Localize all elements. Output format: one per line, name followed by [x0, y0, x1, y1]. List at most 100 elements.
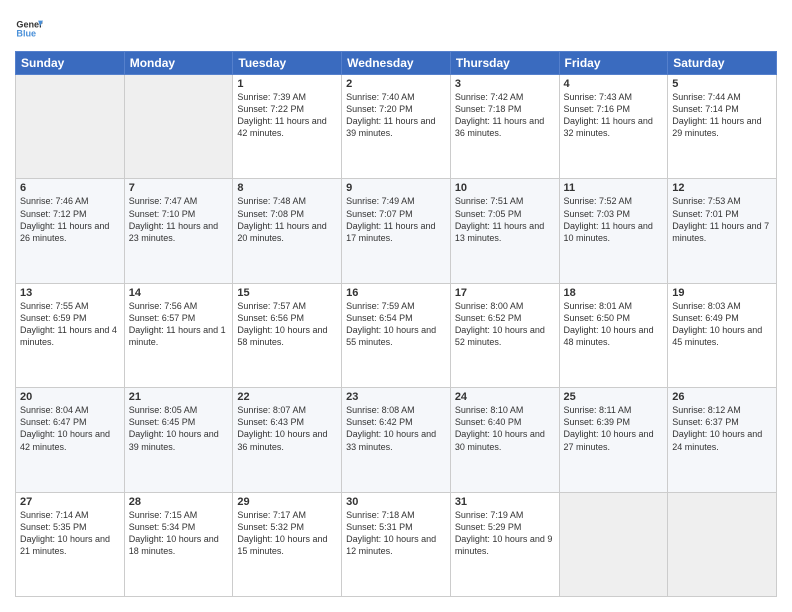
calendar-cell: 8Sunrise: 7:48 AM Sunset: 7:08 PM Daylig…: [233, 179, 342, 283]
calendar-cell: 10Sunrise: 7:51 AM Sunset: 7:05 PM Dayli…: [450, 179, 559, 283]
calendar-cell: 28Sunrise: 7:15 AM Sunset: 5:34 PM Dayli…: [124, 492, 233, 596]
cell-info: Sunrise: 8:10 AM Sunset: 6:40 PM Dayligh…: [455, 404, 555, 453]
cell-info: Sunrise: 7:42 AM Sunset: 7:18 PM Dayligh…: [455, 91, 555, 140]
calendar-cell: 17Sunrise: 8:00 AM Sunset: 6:52 PM Dayli…: [450, 283, 559, 387]
cell-info: Sunrise: 8:05 AM Sunset: 6:45 PM Dayligh…: [129, 404, 229, 453]
day-number: 20: [20, 391, 120, 403]
calendar-cell: 18Sunrise: 8:01 AM Sunset: 6:50 PM Dayli…: [559, 283, 668, 387]
day-number: 4: [564, 78, 664, 90]
day-number: 21: [129, 391, 229, 403]
calendar-cell: [668, 492, 777, 596]
calendar-cell: 24Sunrise: 8:10 AM Sunset: 6:40 PM Dayli…: [450, 388, 559, 492]
calendar-cell: 11Sunrise: 7:52 AM Sunset: 7:03 PM Dayli…: [559, 179, 668, 283]
day-number: 18: [564, 287, 664, 299]
day-number: 26: [672, 391, 772, 403]
weekday-monday: Monday: [124, 52, 233, 75]
day-number: 22: [237, 391, 337, 403]
weekday-wednesday: Wednesday: [342, 52, 451, 75]
cell-info: Sunrise: 7:56 AM Sunset: 6:57 PM Dayligh…: [129, 300, 229, 349]
cell-info: Sunrise: 8:12 AM Sunset: 6:37 PM Dayligh…: [672, 404, 772, 453]
cell-info: Sunrise: 7:44 AM Sunset: 7:14 PM Dayligh…: [672, 91, 772, 140]
calendar-cell: 23Sunrise: 8:08 AM Sunset: 6:42 PM Dayli…: [342, 388, 451, 492]
day-number: 27: [20, 496, 120, 508]
calendar-cell: [124, 75, 233, 179]
weekday-thursday: Thursday: [450, 52, 559, 75]
day-number: 7: [129, 182, 229, 194]
day-number: 23: [346, 391, 446, 403]
calendar-cell: 12Sunrise: 7:53 AM Sunset: 7:01 PM Dayli…: [668, 179, 777, 283]
day-number: 11: [564, 182, 664, 194]
calendar-cell: 1Sunrise: 7:39 AM Sunset: 7:22 PM Daylig…: [233, 75, 342, 179]
calendar-cell: 16Sunrise: 7:59 AM Sunset: 6:54 PM Dayli…: [342, 283, 451, 387]
cell-info: Sunrise: 8:11 AM Sunset: 6:39 PM Dayligh…: [564, 404, 664, 453]
week-row-0: 1Sunrise: 7:39 AM Sunset: 7:22 PM Daylig…: [16, 75, 777, 179]
cell-info: Sunrise: 8:03 AM Sunset: 6:49 PM Dayligh…: [672, 300, 772, 349]
day-number: 6: [20, 182, 120, 194]
day-number: 3: [455, 78, 555, 90]
day-number: 31: [455, 496, 555, 508]
day-number: 1: [237, 78, 337, 90]
cell-info: Sunrise: 7:40 AM Sunset: 7:20 PM Dayligh…: [346, 91, 446, 140]
cell-info: Sunrise: 7:17 AM Sunset: 5:32 PM Dayligh…: [237, 509, 337, 558]
cell-info: Sunrise: 8:01 AM Sunset: 6:50 PM Dayligh…: [564, 300, 664, 349]
cell-info: Sunrise: 7:52 AM Sunset: 7:03 PM Dayligh…: [564, 195, 664, 244]
cell-info: Sunrise: 7:53 AM Sunset: 7:01 PM Dayligh…: [672, 195, 772, 244]
calendar-cell: 6Sunrise: 7:46 AM Sunset: 7:12 PM Daylig…: [16, 179, 125, 283]
calendar: SundayMondayTuesdayWednesdayThursdayFrid…: [15, 51, 777, 597]
calendar-cell: 15Sunrise: 7:57 AM Sunset: 6:56 PM Dayli…: [233, 283, 342, 387]
day-number: 24: [455, 391, 555, 403]
calendar-cell: 9Sunrise: 7:49 AM Sunset: 7:07 PM Daylig…: [342, 179, 451, 283]
calendar-cell: 21Sunrise: 8:05 AM Sunset: 6:45 PM Dayli…: [124, 388, 233, 492]
svg-text:Blue: Blue: [16, 29, 36, 39]
day-number: 19: [672, 287, 772, 299]
weekday-saturday: Saturday: [668, 52, 777, 75]
day-number: 28: [129, 496, 229, 508]
weekday-header-row: SundayMondayTuesdayWednesdayThursdayFrid…: [16, 52, 777, 75]
weekday-sunday: Sunday: [16, 52, 125, 75]
day-number: 2: [346, 78, 446, 90]
day-number: 12: [672, 182, 772, 194]
day-number: 8: [237, 182, 337, 194]
calendar-cell: 25Sunrise: 8:11 AM Sunset: 6:39 PM Dayli…: [559, 388, 668, 492]
calendar-cell: 2Sunrise: 7:40 AM Sunset: 7:20 PM Daylig…: [342, 75, 451, 179]
calendar-cell: 30Sunrise: 7:18 AM Sunset: 5:31 PM Dayli…: [342, 492, 451, 596]
cell-info: Sunrise: 8:04 AM Sunset: 6:47 PM Dayligh…: [20, 404, 120, 453]
cell-info: Sunrise: 8:00 AM Sunset: 6:52 PM Dayligh…: [455, 300, 555, 349]
day-number: 25: [564, 391, 664, 403]
week-row-1: 6Sunrise: 7:46 AM Sunset: 7:12 PM Daylig…: [16, 179, 777, 283]
weekday-tuesday: Tuesday: [233, 52, 342, 75]
cell-info: Sunrise: 8:08 AM Sunset: 6:42 PM Dayligh…: [346, 404, 446, 453]
cell-info: Sunrise: 7:59 AM Sunset: 6:54 PM Dayligh…: [346, 300, 446, 349]
week-row-2: 13Sunrise: 7:55 AM Sunset: 6:59 PM Dayli…: [16, 283, 777, 387]
logo-icon: General Blue: [15, 15, 43, 43]
calendar-cell: 13Sunrise: 7:55 AM Sunset: 6:59 PM Dayli…: [16, 283, 125, 387]
cell-info: Sunrise: 7:39 AM Sunset: 7:22 PM Dayligh…: [237, 91, 337, 140]
calendar-cell: 14Sunrise: 7:56 AM Sunset: 6:57 PM Dayli…: [124, 283, 233, 387]
cell-info: Sunrise: 7:19 AM Sunset: 5:29 PM Dayligh…: [455, 509, 555, 558]
calendar-cell: 26Sunrise: 8:12 AM Sunset: 6:37 PM Dayli…: [668, 388, 777, 492]
calendar-cell: 27Sunrise: 7:14 AM Sunset: 5:35 PM Dayli…: [16, 492, 125, 596]
cell-info: Sunrise: 7:14 AM Sunset: 5:35 PM Dayligh…: [20, 509, 120, 558]
calendar-cell: 31Sunrise: 7:19 AM Sunset: 5:29 PM Dayli…: [450, 492, 559, 596]
day-number: 5: [672, 78, 772, 90]
cell-info: Sunrise: 7:46 AM Sunset: 7:12 PM Dayligh…: [20, 195, 120, 244]
calendar-cell: 3Sunrise: 7:42 AM Sunset: 7:18 PM Daylig…: [450, 75, 559, 179]
calendar-cell: 4Sunrise: 7:43 AM Sunset: 7:16 PM Daylig…: [559, 75, 668, 179]
calendar-cell: 29Sunrise: 7:17 AM Sunset: 5:32 PM Dayli…: [233, 492, 342, 596]
cell-info: Sunrise: 7:55 AM Sunset: 6:59 PM Dayligh…: [20, 300, 120, 349]
calendar-cell: [16, 75, 125, 179]
calendar-cell: 5Sunrise: 7:44 AM Sunset: 7:14 PM Daylig…: [668, 75, 777, 179]
calendar-cell: 22Sunrise: 8:07 AM Sunset: 6:43 PM Dayli…: [233, 388, 342, 492]
calendar-cell: 20Sunrise: 8:04 AM Sunset: 6:47 PM Dayli…: [16, 388, 125, 492]
day-number: 29: [237, 496, 337, 508]
calendar-cell: 7Sunrise: 7:47 AM Sunset: 7:10 PM Daylig…: [124, 179, 233, 283]
day-number: 15: [237, 287, 337, 299]
day-number: 30: [346, 496, 446, 508]
header: General Blue: [15, 15, 777, 43]
day-number: 13: [20, 287, 120, 299]
day-number: 16: [346, 287, 446, 299]
cell-info: Sunrise: 7:51 AM Sunset: 7:05 PM Dayligh…: [455, 195, 555, 244]
weekday-friday: Friday: [559, 52, 668, 75]
day-number: 9: [346, 182, 446, 194]
day-number: 10: [455, 182, 555, 194]
